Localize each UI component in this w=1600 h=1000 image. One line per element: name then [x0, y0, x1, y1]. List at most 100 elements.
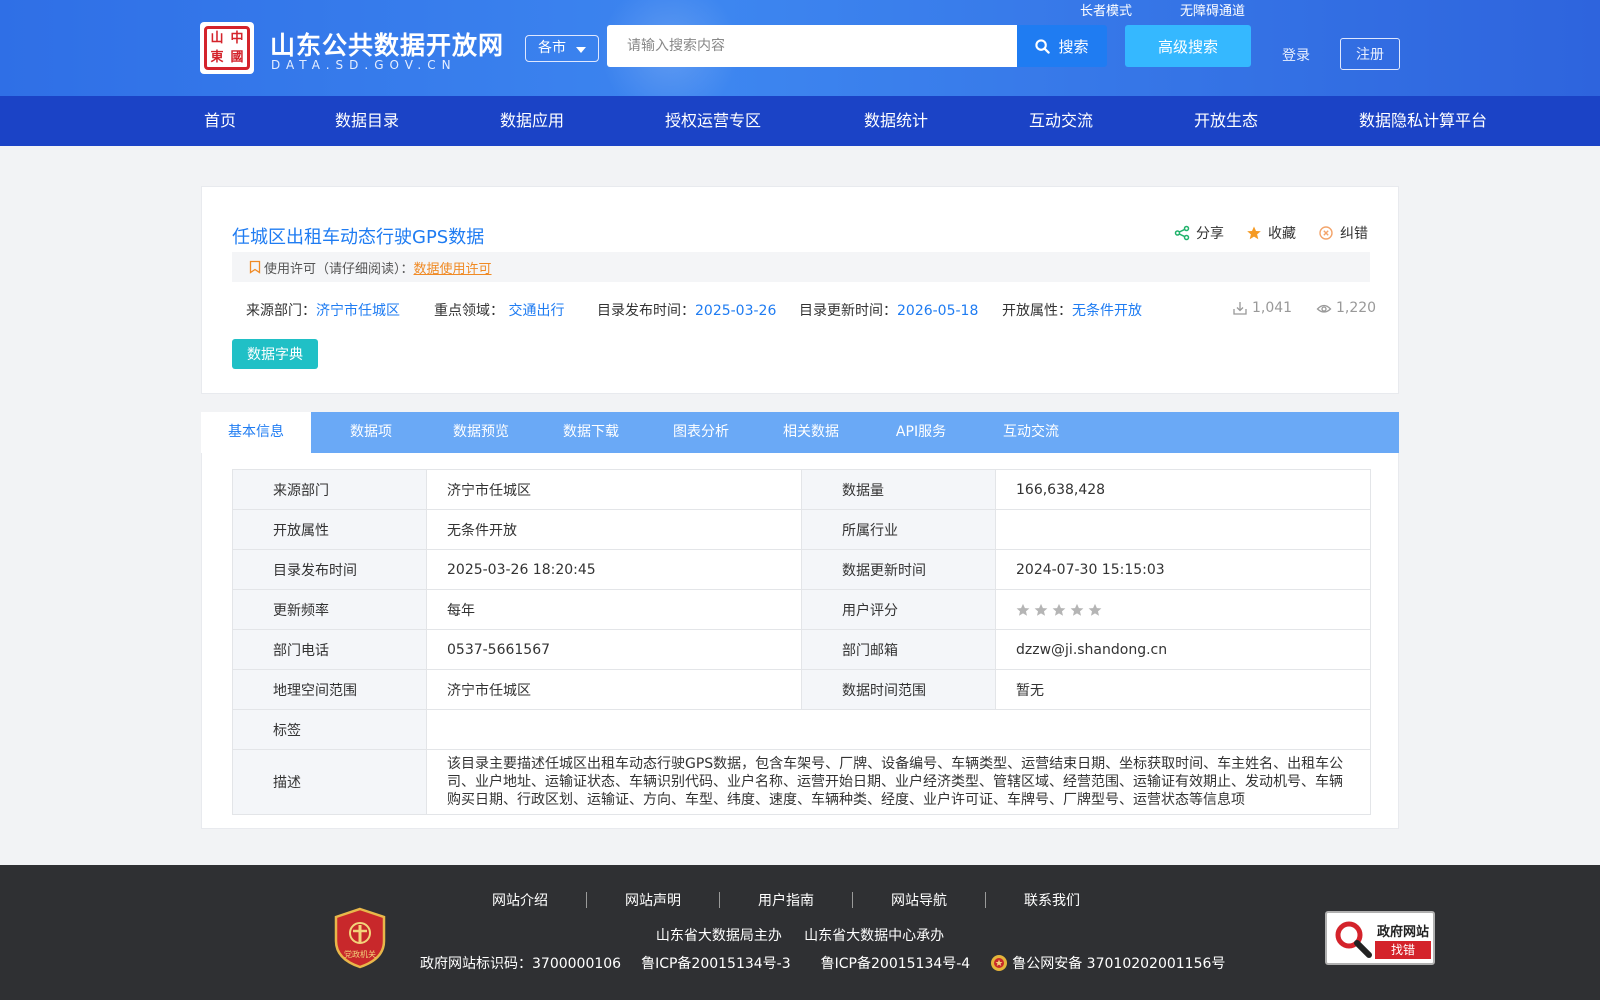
meta-publish: 目录发布时间：2025-03-26: [597, 300, 776, 320]
footer-icp-3[interactable]: 鲁ICP备20015134号-3: [641, 953, 791, 973]
tab-basic-info[interactable]: 基本信息: [201, 412, 311, 453]
share-button[interactable]: 分享: [1174, 223, 1224, 243]
site-footer: 党政机关 网站介绍 网站声明 用户指南 网站导航 联系我们 山东省大数据局主办 …: [0, 865, 1600, 1000]
meta-update-label: 目录更新时间：: [799, 303, 897, 319]
footer-divider: [985, 892, 986, 908]
share-label: 分享: [1196, 226, 1224, 242]
register-button[interactable]: 注册: [1340, 38, 1400, 70]
favorite-button[interactable]: 收藏: [1246, 223, 1296, 243]
view-count: 1,220: [1316, 300, 1376, 316]
seal-icon: 山 中 東 國: [204, 26, 250, 70]
table-row: 地理空间范围 济宁市任城区 数据时间范围 暂无: [232, 669, 1371, 710]
field-label: 数据更新时间: [801, 549, 996, 590]
meta-publish-label: 目录发布时间：: [597, 303, 695, 319]
license-bar: 使用许可（请仔细阅读）： 数据使用许可: [232, 252, 1370, 282]
nav-item-catalog[interactable]: 数据目录: [335, 96, 399, 146]
meta-open-value: 无条件开放: [1072, 303, 1142, 319]
gov-site-error-report-badge[interactable]: 政府网站 找错: [1325, 911, 1435, 965]
nav-item-interaction[interactable]: 互动交流: [1029, 96, 1093, 146]
view-count-value: 1,220: [1336, 300, 1377, 316]
field-label: 所属行业: [801, 509, 996, 550]
footer-icp-4[interactable]: 鲁ICP备20015134号-4: [821, 953, 971, 973]
footer-divider: [586, 892, 587, 908]
city-select[interactable]: 各市: [525, 35, 599, 62]
data-dictionary-button[interactable]: 数据字典: [232, 339, 318, 369]
footer-registration: 政府网站标识码：3700000106 鲁ICP备20015134号-3 鲁ICP…: [420, 953, 1225, 973]
seal-char: 中: [230, 31, 244, 46]
footer-link-sitemap[interactable]: 网站导航: [891, 890, 947, 910]
rating-star-icon[interactable]: [1052, 603, 1066, 617]
field-label: 目录发布时间: [232, 549, 427, 590]
field-value: 2025-03-26 18:20:45: [426, 549, 802, 590]
nav-item-home[interactable]: 首页: [204, 96, 236, 146]
tab-interaction[interactable]: 互动交流: [981, 412, 1081, 453]
tab-chart-analysis[interactable]: 图表分析: [651, 412, 751, 453]
meta-update: 目录更新时间：2026-05-18: [799, 300, 978, 320]
nav-item-apps[interactable]: 数据应用: [500, 96, 564, 146]
meta-open-label: 开放属性：: [1002, 303, 1072, 319]
nav-item-authorized-ops[interactable]: 授权运营专区: [665, 96, 761, 146]
bookmark-icon: [249, 260, 261, 274]
meta-domain: 重点领域： 交通出行: [434, 300, 564, 320]
field-label: 部门电话: [232, 629, 427, 670]
tab-data-items[interactable]: 数据项: [321, 412, 421, 453]
field-label: 用户评分: [801, 589, 996, 630]
dataset-actions: 分享 收藏 纠错: [1174, 223, 1368, 243]
description-label: 描述: [232, 749, 427, 815]
footer-divider: [719, 892, 720, 908]
user-rating-stars[interactable]: [1016, 603, 1350, 617]
table-row: 来源部门 济宁市任城区 数据量 166,638,428: [232, 469, 1371, 510]
advanced-search-button[interactable]: 高级搜索: [1125, 25, 1251, 67]
footer-link-guide[interactable]: 用户指南: [758, 890, 814, 910]
footer-link-contact[interactable]: 联系我们: [1024, 890, 1080, 910]
footer-link-about[interactable]: 网站介绍: [492, 890, 548, 910]
eye-icon: [1316, 304, 1332, 313]
footer-link-statement[interactable]: 网站声明: [625, 890, 681, 910]
meta-source-value[interactable]: 济宁市任城区: [316, 303, 400, 319]
party-badge-text: 党政机关: [344, 949, 376, 959]
field-value: 166,638,428: [995, 469, 1371, 510]
field-value: 无条件开放: [426, 509, 802, 550]
meta-domain-value[interactable]: 交通出行: [508, 303, 564, 319]
accessibility-link[interactable]: 无障碍通道: [1180, 0, 1245, 19]
meta-domain-label: 重点领域：: [434, 303, 504, 319]
field-label: 开放属性: [232, 509, 427, 550]
rating-star-icon[interactable]: [1070, 603, 1084, 617]
nav-item-statistics[interactable]: 数据统计: [864, 96, 928, 146]
tab-data-download[interactable]: 数据下载: [541, 412, 641, 453]
nav-item-privacy-computing[interactable]: 数据隐私计算平台: [1359, 96, 1487, 146]
license-link[interactable]: 数据使用许可: [414, 258, 492, 277]
rating-star-icon[interactable]: [1016, 603, 1030, 617]
search-input[interactable]: [607, 25, 1017, 67]
dataset-summary-card: 任城区出租车动态行驶GPS数据 分享 收藏 纠错 使用许可（请仔细阅读）： 数据…: [201, 186, 1399, 394]
meta-publish-value: 2025-03-26: [695, 303, 777, 319]
footer-police-record[interactable]: 鲁公网安备 37010202001156号: [1012, 953, 1225, 973]
site-title[interactable]: 山东公共数据开放网: [270, 26, 504, 62]
gov-badge-title: 政府网站: [1377, 925, 1430, 940]
tab-api-service[interactable]: API服务: [871, 412, 971, 453]
tab-data-preview[interactable]: 数据预览: [431, 412, 531, 453]
seal-char: 東: [210, 50, 224, 65]
report-icon: [1319, 226, 1333, 240]
seal-char: 山: [210, 31, 224, 46]
search-button[interactable]: 搜索: [1017, 25, 1107, 67]
tab-related-data[interactable]: 相关数据: [761, 412, 861, 453]
basic-info-table: 来源部门 济宁市任城区 数据量 166,638,428 开放属性 无条件开放 所…: [232, 469, 1371, 815]
share-icon: [1174, 225, 1190, 241]
table-row: 开放属性 无条件开放 所属行业: [232, 509, 1371, 550]
download-count-value: 1,041: [1252, 300, 1293, 316]
main-nav: 首页 数据目录 数据应用 授权运营专区 数据统计 互动交流 开放生态 数据隐私计…: [0, 96, 1600, 146]
tag-value: [426, 709, 1371, 750]
footer-site-code: 政府网站标识码：3700000106: [420, 956, 622, 972]
basic-info-panel: 来源部门 济宁市任城区 数据量 166,638,428 开放属性 无条件开放 所…: [201, 453, 1399, 829]
elder-mode-link[interactable]: 长者模式: [1080, 0, 1132, 19]
site-logo-seal[interactable]: 山 中 東 國: [200, 22, 254, 74]
table-row: 目录发布时间 2025-03-26 18:20:45 数据更新时间 2024-0…: [232, 549, 1371, 590]
rating-star-icon[interactable]: [1088, 603, 1102, 617]
rating-star-icon[interactable]: [1034, 603, 1048, 617]
field-value: [995, 509, 1371, 550]
login-link[interactable]: 登录: [1282, 45, 1310, 65]
nav-item-ecosystem[interactable]: 开放生态: [1194, 96, 1258, 146]
report-error-button[interactable]: 纠错: [1318, 223, 1368, 243]
table-row: 描述 该目录主要描述任城区出租车动态行驶GPS数据，包含车架号、厂牌、设备编号、…: [232, 749, 1371, 815]
